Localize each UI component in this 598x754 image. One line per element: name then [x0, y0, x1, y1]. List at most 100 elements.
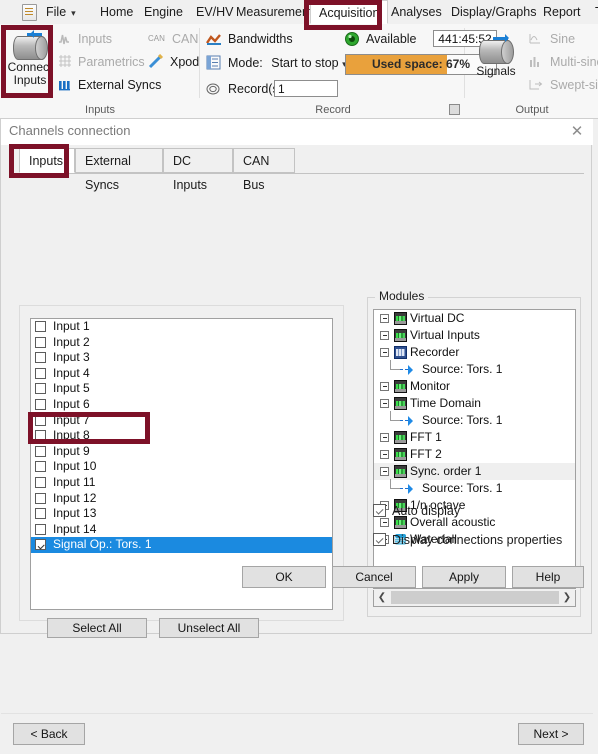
tab-inputs[interactable]: Inputs: [19, 148, 75, 173]
channel-checkbox[interactable]: [35, 383, 46, 395]
cancel-button[interactable]: Cancel: [332, 566, 416, 588]
modules-tree[interactable]: Virtual DC Virtual Inputs Recorder Source: …: [373, 309, 576, 589]
auto-display-checkbox[interactable]: Auto display: [373, 504, 460, 518]
back-button[interactable]: < Back: [13, 723, 85, 745]
scroll-left-icon[interactable]: ❮: [374, 590, 390, 605]
dialog-tab-strip: Inputs External Syncs DC Inputs CAN Bus: [9, 148, 584, 192]
signals-button[interactable]: Signals: [469, 30, 523, 78]
module-row[interactable]: Virtual DC: [374, 310, 575, 327]
tab-external-syncs[interactable]: External Syncs: [75, 148, 163, 192]
channel-checkbox[interactable]: [35, 398, 46, 410]
ribbon-item-inputs[interactable]: Inputs: [58, 28, 112, 50]
collapse-icon[interactable]: [380, 450, 389, 459]
channel-row[interactable]: Input 11: [31, 475, 332, 491]
tab-report[interactable]: Report: [535, 0, 589, 24]
channel-row[interactable]: Input 10: [31, 459, 332, 475]
channel-row[interactable]: Input 8: [31, 428, 332, 444]
collapse-icon[interactable]: [380, 314, 389, 323]
module-row[interactable]: Recorder: [374, 344, 575, 361]
channel-checkbox[interactable]: [35, 414, 46, 426]
collapse-icon[interactable]: [380, 433, 389, 442]
display-connections-properties-checkbox[interactable]: Display connections properties: [373, 533, 562, 547]
ok-button[interactable]: OK: [242, 566, 326, 588]
collapse-icon[interactable]: [380, 382, 389, 391]
channel-checkbox[interactable]: [35, 492, 46, 504]
sine-icon: [528, 31, 545, 47]
channel-checkbox[interactable]: [35, 523, 46, 535]
module-row[interactable]: Time Domain: [374, 395, 575, 412]
close-icon[interactable]: ✕: [569, 124, 585, 140]
ribbon-item-parametrics[interactable]: Parametrics: [58, 51, 145, 73]
ribbon-item-can[interactable]: CAN CAN: [148, 28, 198, 50]
channel-checkbox[interactable]: [35, 461, 46, 473]
channel-checkbox[interactable]: [35, 539, 46, 551]
collapse-icon[interactable]: [380, 348, 389, 357]
bandwidths-button[interactable]: Bandwidths: [206, 28, 293, 50]
tab-truncated[interactable]: T: [587, 0, 598, 24]
tab-dc-inputs[interactable]: DC Inputs: [163, 148, 233, 192]
sync-icon: [58, 77, 75, 93]
tab-analyses[interactable]: Analyses: [383, 0, 450, 24]
tab-acquisition[interactable]: Acquisition: [310, 0, 389, 24]
collapse-icon[interactable]: [380, 331, 389, 340]
module-row[interactable]: Source: Tors. 1: [374, 360, 575, 378]
ribbon-item-swept-sine-label: Swept-sine: [550, 78, 598, 92]
ribbon-item-swept-sine[interactable]: Swept-sine: [528, 74, 598, 96]
mode-dropdown[interactable]: Mode: Start to stop ▾: [206, 52, 347, 74]
scroll-right-icon[interactable]: ❯: [559, 590, 575, 605]
collapse-icon[interactable]: [380, 467, 389, 476]
records-input[interactable]: 1: [274, 80, 338, 97]
tab-measurement[interactable]: Measurement: [228, 0, 320, 24]
mode-label: Mode:: [228, 56, 263, 70]
apply-button[interactable]: Apply: [422, 566, 506, 588]
module-row[interactable]: Source: Tors. 1: [374, 411, 575, 429]
module-row[interactable]: FFT 1: [374, 429, 575, 446]
channel-row[interactable]: Input 12: [31, 491, 332, 507]
modules-horizontal-scrollbar[interactable]: ❮ ❯: [373, 590, 576, 607]
channel-row[interactable]: Input 5: [31, 381, 332, 397]
connect-inputs-button[interactable]: Connect Inputs: [3, 26, 57, 87]
channel-row[interactable]: Input 4: [31, 366, 332, 382]
ribbon-item-external-syncs[interactable]: External Syncs: [58, 74, 161, 96]
channel-checkbox[interactable]: [35, 336, 46, 348]
channel-label: Input 8: [53, 428, 90, 443]
source-arrow-icon: [408, 415, 418, 426]
ribbon-item-sine[interactable]: Sine: [528, 28, 575, 50]
channel-row[interactable]: Input 1: [31, 319, 332, 335]
ribbon-item-multi-sine[interactable]: Multi-sine: [528, 51, 598, 73]
channel-row[interactable]: Input 9: [31, 444, 332, 460]
channel-checkbox[interactable]: [35, 321, 46, 332]
channel-checkbox[interactable]: [35, 352, 46, 364]
module-row[interactable]: Sync. order 1: [374, 463, 575, 480]
tab-can-bus[interactable]: CAN Bus: [233, 148, 295, 192]
help-button[interactable]: Help: [512, 566, 584, 588]
module-row[interactable]: FFT 2: [374, 446, 575, 463]
record-dialog-launcher[interactable]: [449, 104, 460, 115]
channel-checkbox[interactable]: [35, 476, 46, 488]
tab-home[interactable]: Home: [92, 0, 141, 24]
tab-engine[interactable]: Engine: [136, 0, 191, 24]
channel-row[interactable]: Input 7: [31, 413, 332, 429]
tab-display-graphs[interactable]: Display/Graphs: [443, 0, 544, 24]
scrollbar-thumb[interactable]: [391, 591, 561, 604]
channel-row[interactable]: Input 14: [31, 522, 332, 538]
channel-checkbox[interactable]: [35, 508, 46, 520]
channel-row[interactable]: Input 2: [31, 335, 332, 351]
channel-row[interactable]: Signal Op.: Tors. 1: [31, 537, 332, 553]
select-all-button[interactable]: Select All: [47, 618, 147, 638]
tab-file[interactable]: File: [38, 0, 84, 24]
collapse-icon[interactable]: [380, 399, 389, 408]
module-row[interactable]: Virtual Inputs: [374, 327, 575, 344]
next-button[interactable]: Next >: [518, 723, 584, 745]
ribbon-item-xpod[interactable]: Xpod: [148, 51, 199, 73]
channel-row[interactable]: Input 3: [31, 350, 332, 366]
channel-checkbox[interactable]: [35, 430, 46, 442]
channel-row[interactable]: Input 6: [31, 397, 332, 413]
channel-checkbox[interactable]: [35, 445, 46, 457]
module-row[interactable]: Source: Tors. 1: [374, 479, 575, 497]
channel-checkbox[interactable]: [35, 367, 46, 379]
unselect-all-button[interactable]: Unselect All: [159, 618, 259, 638]
collapse-icon[interactable]: [380, 518, 389, 527]
channel-row[interactable]: Input 13: [31, 506, 332, 522]
module-row[interactable]: Monitor: [374, 378, 575, 395]
